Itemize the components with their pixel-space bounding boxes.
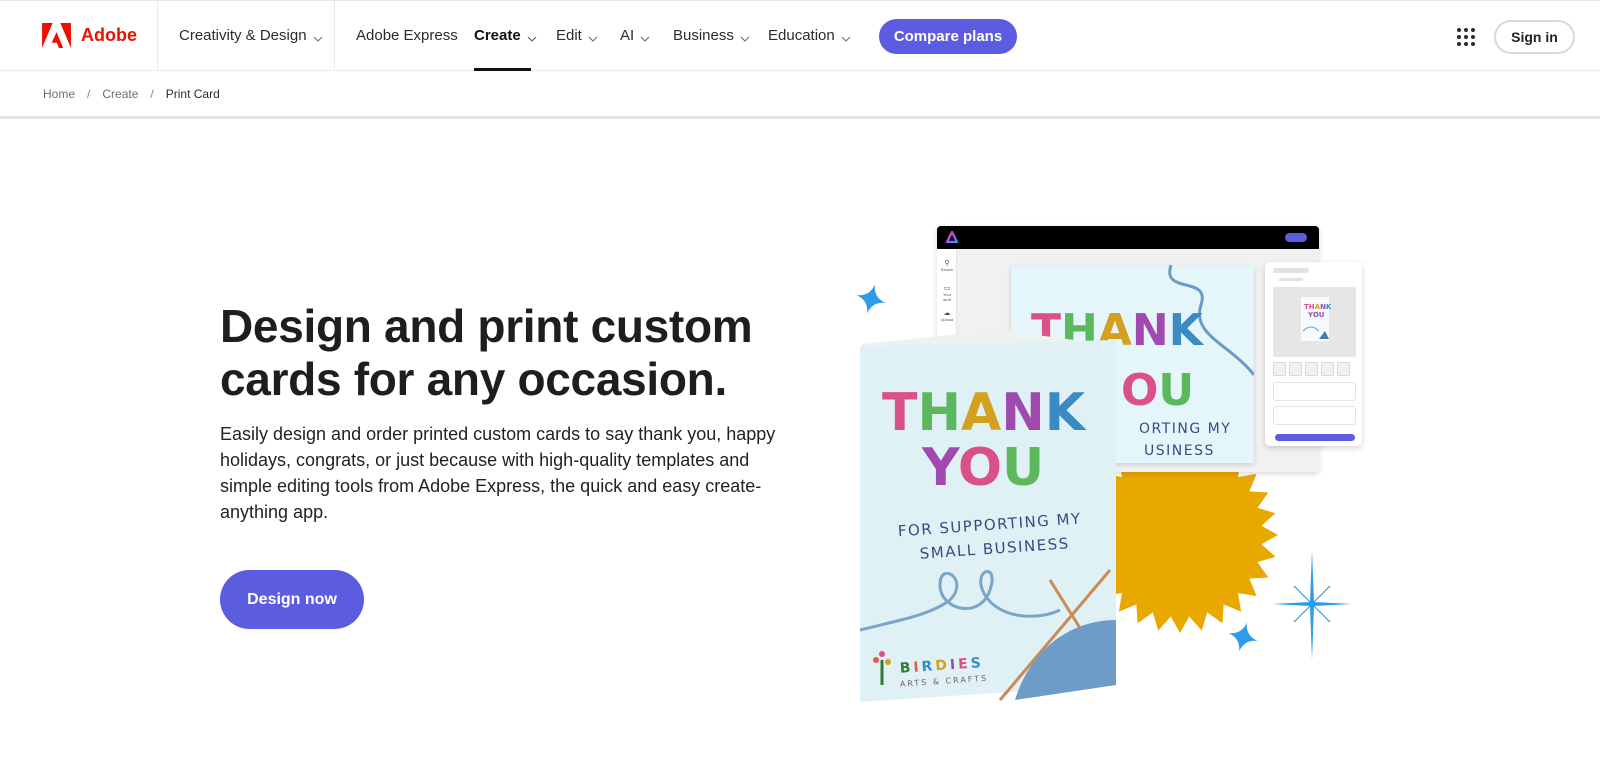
- nav-edit[interactable]: Edit: [556, 27, 598, 44]
- hero-description: Easily design and order printed custom c…: [220, 424, 776, 522]
- chevron-down-icon: [640, 31, 650, 42]
- editor-share-button: [1285, 233, 1307, 242]
- card-headline-you: YOU: [921, 438, 1044, 498]
- rail-label: Your stuff: [942, 292, 952, 302]
- nav-create[interactable]: Create: [474, 27, 537, 44]
- panel-card-preview: THANK YOU: [1273, 287, 1356, 357]
- breadcrumb-current: Print Card: [165, 87, 220, 101]
- nav-education[interactable]: Education: [768, 27, 851, 44]
- rail-search: ⚲ Search: [939, 259, 955, 272]
- hero-title: Design and print custom cards for any oc…: [220, 300, 753, 405]
- nav-creativity-design[interactable]: Creativity & Design: [179, 27, 323, 44]
- nav-label: Education: [768, 27, 835, 44]
- thumbnail: [1289, 362, 1302, 376]
- mini-card-art: THANK YOU: [1301, 297, 1332, 341]
- chevron-down-icon: [841, 31, 851, 42]
- compare-plans-button[interactable]: Compare plans: [879, 19, 1017, 54]
- star-burst-icon: [1272, 550, 1352, 660]
- sparkle-icon: [856, 284, 886, 314]
- card-back-sub-2: USINESS: [1144, 443, 1215, 459]
- adobe-logo-icon: [42, 23, 71, 48]
- brand-name: Adobe: [81, 25, 137, 45]
- nav-ai[interactable]: AI: [620, 27, 650, 44]
- breadcrumb-create[interactable]: Create: [102, 87, 138, 101]
- svg-text:THANK: THANK: [1304, 303, 1332, 311]
- thumbnail: [1305, 362, 1318, 376]
- top-nav: Adobe Creativity & Design Adobe Express …: [0, 0, 1600, 71]
- svg-text:YOU: YOU: [1307, 311, 1325, 319]
- breadcrumb-separator: /: [150, 87, 154, 101]
- card-back-sub-1: ORTING MY: [1139, 421, 1231, 437]
- design-now-button[interactable]: Design now: [220, 570, 364, 629]
- rail-label: Search: [940, 267, 954, 272]
- panel-title-placeholder: [1273, 268, 1309, 273]
- express-logo-icon: [946, 231, 958, 243]
- app-grid-icon[interactable]: [1457, 28, 1475, 46]
- sparkle-icon: [1228, 622, 1258, 652]
- breadcrumb-home[interactable]: Home: [43, 87, 75, 101]
- editor-top-bar: [937, 226, 1319, 249]
- breadcrumb: Home / Create / Print Card: [43, 87, 220, 101]
- chevron-down-icon: [527, 31, 537, 42]
- card-headline-thank: THANK: [882, 383, 1087, 443]
- nav-label: AI: [620, 27, 635, 44]
- upload-icon: ☁: [943, 310, 951, 317]
- rail-upload: ☁ Upload: [939, 309, 955, 322]
- nav-divider: [157, 1, 158, 71]
- rail-your-stuff: ▭ Your stuff: [939, 284, 955, 302]
- thumbnail: [1273, 362, 1286, 376]
- panel-back-placeholder: [1279, 278, 1303, 281]
- breadcrumb-separator: /: [87, 87, 91, 101]
- rail-label: Upload: [940, 317, 954, 322]
- nav-label: Edit: [556, 27, 582, 44]
- breadcrumb-bar: Home / Create / Print Card: [0, 71, 1600, 119]
- panel-option-row: [1273, 382, 1356, 401]
- nav-label: Create: [474, 27, 521, 44]
- folder-icon: ▭: [943, 285, 951, 292]
- nav-divider: [334, 1, 335, 71]
- nav-label: Business: [673, 27, 734, 44]
- chevron-down-icon: [588, 31, 598, 42]
- panel-cta-bar: [1275, 434, 1355, 441]
- adobe-logo[interactable]: Adobe: [42, 23, 137, 48]
- panel-option-row: [1273, 406, 1356, 425]
- search-icon: ⚲: [944, 260, 950, 267]
- thumbnail: [1321, 362, 1334, 376]
- nav-adobe-express[interactable]: Adobe Express: [356, 27, 458, 44]
- chevron-down-icon: [740, 31, 750, 42]
- nav-business[interactable]: Business: [673, 27, 750, 44]
- nav-label: Creativity & Design: [179, 27, 307, 44]
- thumbnail: [1337, 362, 1350, 376]
- panel-thumbnails: [1273, 362, 1350, 376]
- chevron-down-icon: [313, 31, 323, 42]
- hero-illustration: ⚲ Search ▭ Your stuff ☁ Upload THANK OU ORT…: [856, 220, 1362, 720]
- card-front-preview: THANK YOU FOR SUPPORTING MY SMALL BUSINE…: [860, 330, 1118, 702]
- sign-in-button[interactable]: Sign in: [1494, 20, 1575, 54]
- print-options-panel: THANK YOU: [1265, 262, 1362, 446]
- nav-label: Adobe Express: [356, 27, 458, 44]
- card-back-you: OU: [1121, 365, 1194, 416]
